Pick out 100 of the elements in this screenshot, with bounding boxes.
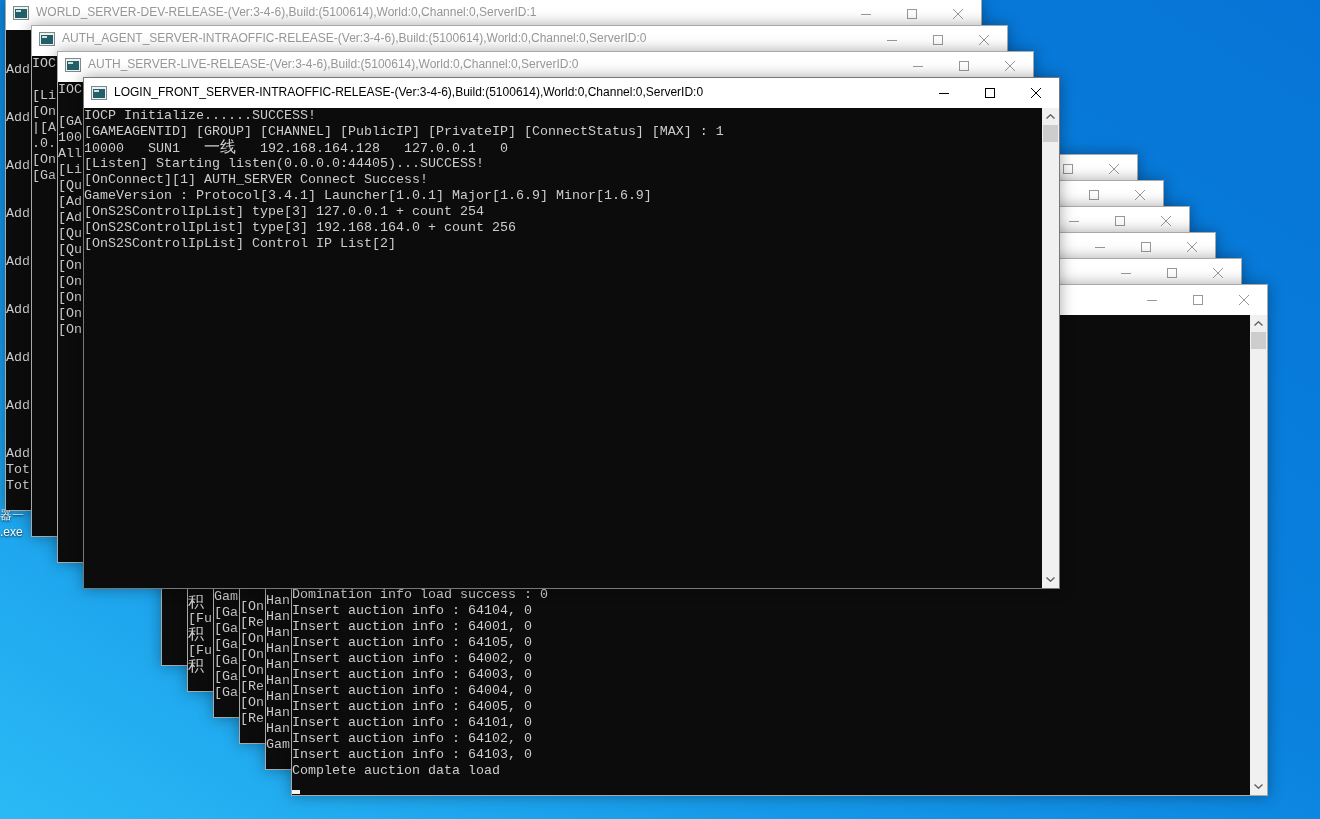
close-icon [953,9,963,19]
console-line: [On [58,290,82,306]
console-line: [On [58,274,82,290]
close-icon [1031,88,1041,98]
console-line: [Re [240,615,264,631]
console-line: [On [240,599,264,615]
minimize-icon [913,65,923,67]
console-line: [Ga [214,685,238,701]
console-line: Insert auction info : 64005, 0 [292,699,532,715]
console-line: Insert auction info : 64003, 0 [292,667,532,683]
maximize-icon [1167,268,1177,278]
minimize-icon [1095,246,1105,248]
console-line: Complete auction data load [292,763,500,779]
scrollbar-thumb[interactable] [1251,332,1266,349]
console-line: [Qu [58,242,82,258]
minimize-icon [1121,272,1131,274]
console-line: Han [266,625,290,641]
desktop-icon-label[interactable]: .exe [0,525,23,540]
console-line: Insert auction info : 64102, 0 [292,731,532,747]
close-icon [979,35,989,45]
minimize-icon [1069,220,1079,222]
close-icon [1109,164,1119,174]
close-icon [1187,242,1197,252]
console-line: IOC [32,56,56,72]
maximize-icon [1193,295,1203,305]
console-line: [Ad [58,210,82,226]
console-line: Insert auction info : 64105, 0 [292,635,532,651]
console-line: [On [240,663,264,679]
console-line: Han [266,705,290,721]
window-title: LOGIN_FRONT_SERVER-INTRAOFFIC-RELEASE-(Ver:3-4-6),Build:(5100614),World:0,Channel:0,ServerID:0 [114,85,704,101]
console-line: Han [266,689,290,705]
console-line: Han [266,593,290,609]
console-line: [GAMEAGENTID] [GROUP] [CHANNEL] [PublicIP] [PrivateIP] [ConnectStatus] [MAX] : 1 [84,124,724,139]
maximize-icon [1089,190,1099,200]
console-icon [91,86,107,100]
console-line: Tot [6,478,30,494]
chevron-up-icon [1046,114,1055,119]
desktop-icon-label[interactable]: 器一 [0,508,24,523]
console-line: [Li [58,162,82,178]
console-line: [Ga [32,168,56,184]
console-line: Add [6,398,30,414]
console-line: Add [6,206,30,222]
console-icon [13,5,29,20]
console-line: Insert auction info : 64104, 0 [292,603,532,619]
console-line: Domination info load success : 0 [292,587,548,603]
console-line: [On [240,647,264,663]
console-line: .0. [32,136,56,152]
console-line: 积 [188,595,204,611]
console-line: [Re [240,679,264,695]
console-line: [Ga [214,653,238,669]
console-line: Han [266,657,290,673]
console-line: Insert auction info : 64004, 0 [292,683,532,699]
console-line: Add [6,254,30,270]
console-line: Gam [214,589,238,605]
window-title: AUTH_SERVER-LIVE-RELEASE-(Ver:3-4-6),Build:(5100614),World:0,Channel:0,ServerID:0 [88,56,579,73]
console-line: [OnS2SControlIpList] Control IP List[2] [84,236,396,252]
console-line: [OnS2SControlIpList] type[3] 192.168.164.0 + count 256 [84,220,516,236]
title-bar[interactable]: WORLD_SERVER-DEV-RELEASE-(Ver:3-4-6),Build:(5100614),World:0,Channel:0,ServerID:1 [6,0,981,25]
scrollbar-track[interactable] [1042,108,1059,588]
minimize-icon [861,13,871,15]
console-line: [Re [240,711,264,727]
scrollbar-thumb[interactable] [1043,125,1058,142]
title-bar[interactable]: AUTH_SERVER-LIVE-RELEASE-(Ver:3-4-6),Build:(5100614),World:0,Channel:0,ServerID:0 [58,52,1033,77]
maximize-icon [1063,164,1073,174]
console-line: [Ga [214,637,238,653]
console-line: Insert auction info : 64103, 0 [292,747,532,763]
console-line: Insert auction info : 64101, 0 [292,715,532,731]
console-line: Add [6,158,30,174]
scrollbar-track[interactable] [1250,315,1267,795]
console-line: [Ad [58,194,82,210]
console-line: [Ga [214,621,238,637]
chevron-down-icon [1254,784,1263,789]
console-icon [39,31,55,46]
window-title: WORLD_SERVER-DEV-RELEASE-(Ver:3-4-6),Build:(5100614),World:0,Channel:0,ServerID:1 [36,4,537,21]
console-line: Gam [266,737,290,753]
console-line: Han [266,609,290,625]
console-line: [On [32,104,56,120]
title-bar[interactable]: LOGIN_FRONT_SERVER-INTRAOFFIC-RELEASE-(Ver:3-4-6),Build:(5100614),World:0,Channel:0,ServerID:0 [84,78,1059,108]
title-bar[interactable]: AUTH_AGENT_SERVER-INTRAOFFIC-RELEASE-(Ver:3-4-6),Build:(5100614),World:0,Channel:0,ServerID:0 [32,26,1007,51]
console-line: [Qu [58,226,82,242]
console-line: Insert auction info : 64001, 0 [292,619,532,635]
console-line: [On [58,306,82,322]
chevron-up-icon [1254,321,1263,326]
console-line: IOCP Initialize......SUCCESS! [84,108,316,124]
window-title: AUTH_AGENT_SERVER-INTRAOFFIC-RELEASE-(Ver:3-4-6),Build:(5100614),World:0,Channel:0,ServerID:0 [62,30,647,47]
maximize-icon [959,61,969,71]
close-icon [1161,216,1171,226]
console-line: Tot [6,462,30,478]
console-line: [GA [58,114,82,130]
console-line: Add [6,110,30,126]
console-line: [On [32,152,56,168]
console-line: |[A [32,120,56,136]
minimize-icon [939,92,949,94]
maximize-icon [985,88,995,98]
console-line: [Qu [58,178,82,194]
console-line: [Listen] Starting listen(0.0.0.0:44405)...SUCCESS! [84,156,484,172]
close-icon [1135,190,1145,200]
close-icon [1005,61,1015,71]
console-line: [On [58,322,82,338]
console-line: Han [266,673,290,689]
